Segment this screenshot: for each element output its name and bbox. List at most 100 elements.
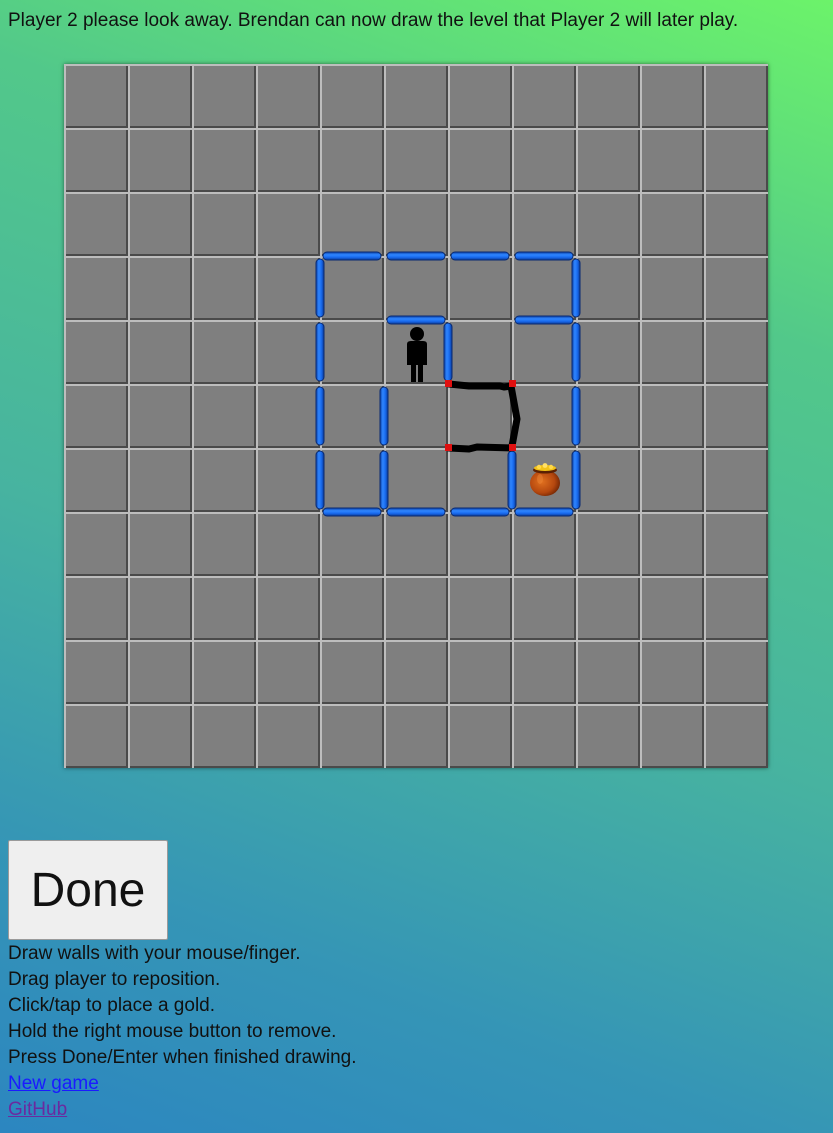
wall-segment[interactable] xyxy=(379,386,389,446)
grid-cell[interactable] xyxy=(192,640,256,704)
grid-cell[interactable] xyxy=(640,384,704,448)
wall-segment[interactable] xyxy=(514,251,574,261)
grid-cell[interactable] xyxy=(512,128,576,192)
grid-cell[interactable] xyxy=(704,320,768,384)
grid-cell[interactable] xyxy=(704,448,768,512)
wall-segment[interactable] xyxy=(315,450,325,510)
grid-cell[interactable] xyxy=(320,704,384,768)
wall-segment[interactable] xyxy=(386,251,446,261)
grid-cell[interactable] xyxy=(256,576,320,640)
grid-cell[interactable] xyxy=(448,192,512,256)
grid-cell[interactable] xyxy=(576,384,640,448)
grid-cell[interactable] xyxy=(448,512,512,576)
wall-segment[interactable] xyxy=(450,251,510,261)
wall-segment[interactable] xyxy=(514,315,574,325)
grid-cell[interactable] xyxy=(640,576,704,640)
wall-segment[interactable] xyxy=(322,507,382,517)
grid-cell[interactable] xyxy=(64,576,128,640)
grid-cell[interactable] xyxy=(576,64,640,128)
grid-cell[interactable] xyxy=(256,128,320,192)
grid-cell[interactable] xyxy=(384,640,448,704)
grid-cell[interactable] xyxy=(640,64,704,128)
grid-cell[interactable] xyxy=(384,192,448,256)
grid-cell[interactable] xyxy=(448,704,512,768)
grid-cell[interactable] xyxy=(512,640,576,704)
grid-cell[interactable] xyxy=(576,576,640,640)
grid-cell[interactable] xyxy=(576,320,640,384)
grid-cell[interactable] xyxy=(384,576,448,640)
grid-cell[interactable] xyxy=(448,576,512,640)
grid-cell[interactable] xyxy=(640,448,704,512)
grid-cell[interactable] xyxy=(256,384,320,448)
grid-cell[interactable] xyxy=(640,192,704,256)
grid-cell[interactable] xyxy=(64,320,128,384)
grid-cell[interactable] xyxy=(192,512,256,576)
grid-cell[interactable] xyxy=(256,448,320,512)
grid-cell[interactable] xyxy=(64,192,128,256)
grid-cell[interactable] xyxy=(384,448,448,512)
grid-cell[interactable] xyxy=(128,320,192,384)
grid-cell[interactable] xyxy=(448,448,512,512)
grid-cell[interactable] xyxy=(704,640,768,704)
grid-cell[interactable] xyxy=(128,512,192,576)
grid-cell[interactable] xyxy=(704,192,768,256)
grid-cell[interactable] xyxy=(256,512,320,576)
grid-cell[interactable] xyxy=(128,256,192,320)
grid-cell[interactable] xyxy=(320,640,384,704)
grid-cell[interactable] xyxy=(448,256,512,320)
grid-cell[interactable] xyxy=(448,384,512,448)
grid-cell[interactable] xyxy=(320,448,384,512)
grid-cell[interactable] xyxy=(320,320,384,384)
wall-segment[interactable] xyxy=(315,386,325,446)
grid-cell[interactable] xyxy=(320,512,384,576)
grid-cell[interactable] xyxy=(640,704,704,768)
grid-cell[interactable] xyxy=(640,320,704,384)
grid-cell[interactable] xyxy=(192,576,256,640)
grid-cell[interactable] xyxy=(640,640,704,704)
grid-cell[interactable] xyxy=(128,576,192,640)
wall-segment[interactable] xyxy=(322,251,382,261)
grid-cell[interactable] xyxy=(384,64,448,128)
wall-segment[interactable] xyxy=(507,450,517,510)
pot-of-gold-icon[interactable] xyxy=(530,463,560,496)
grid-cell[interactable] xyxy=(640,512,704,576)
grid-cell[interactable] xyxy=(576,192,640,256)
grid-cell[interactable] xyxy=(192,64,256,128)
wall-segment[interactable] xyxy=(450,507,510,517)
grid-cell[interactable] xyxy=(448,128,512,192)
new-game-link[interactable]: New game xyxy=(8,1071,357,1097)
grid-cell[interactable] xyxy=(704,128,768,192)
wall-segment[interactable] xyxy=(315,322,325,382)
grid-cell[interactable] xyxy=(256,192,320,256)
grid-cell[interactable] xyxy=(384,704,448,768)
grid-cell[interactable] xyxy=(128,448,192,512)
grid-cell[interactable] xyxy=(256,256,320,320)
grid-cell[interactable] xyxy=(576,448,640,512)
grid-cell[interactable] xyxy=(320,384,384,448)
grid-cell[interactable] xyxy=(704,512,768,576)
grid-cell[interactable] xyxy=(448,64,512,128)
wall-segment[interactable] xyxy=(315,258,325,318)
grid-cell[interactable] xyxy=(448,640,512,704)
grid-cell[interactable] xyxy=(704,704,768,768)
grid-cell[interactable] xyxy=(64,512,128,576)
grid-cell[interactable] xyxy=(64,128,128,192)
grid-cell[interactable] xyxy=(512,320,576,384)
grid-cell[interactable] xyxy=(320,192,384,256)
grid-cell[interactable] xyxy=(576,704,640,768)
grid-cell[interactable] xyxy=(192,384,256,448)
grid-cell[interactable] xyxy=(320,128,384,192)
grid-cell[interactable] xyxy=(512,384,576,448)
github-link[interactable]: GitHub xyxy=(8,1097,357,1123)
wall-segment[interactable] xyxy=(571,258,581,318)
grid-cell[interactable] xyxy=(192,256,256,320)
grid-cell[interactable] xyxy=(192,128,256,192)
grid-cell[interactable] xyxy=(192,192,256,256)
grid-tiles[interactable] xyxy=(64,64,768,768)
grid-cell[interactable] xyxy=(384,256,448,320)
grid-cell[interactable] xyxy=(704,576,768,640)
grid-cell[interactable] xyxy=(256,640,320,704)
grid-cell[interactable] xyxy=(512,576,576,640)
grid-cell[interactable] xyxy=(256,64,320,128)
wall-segment[interactable] xyxy=(379,450,389,510)
